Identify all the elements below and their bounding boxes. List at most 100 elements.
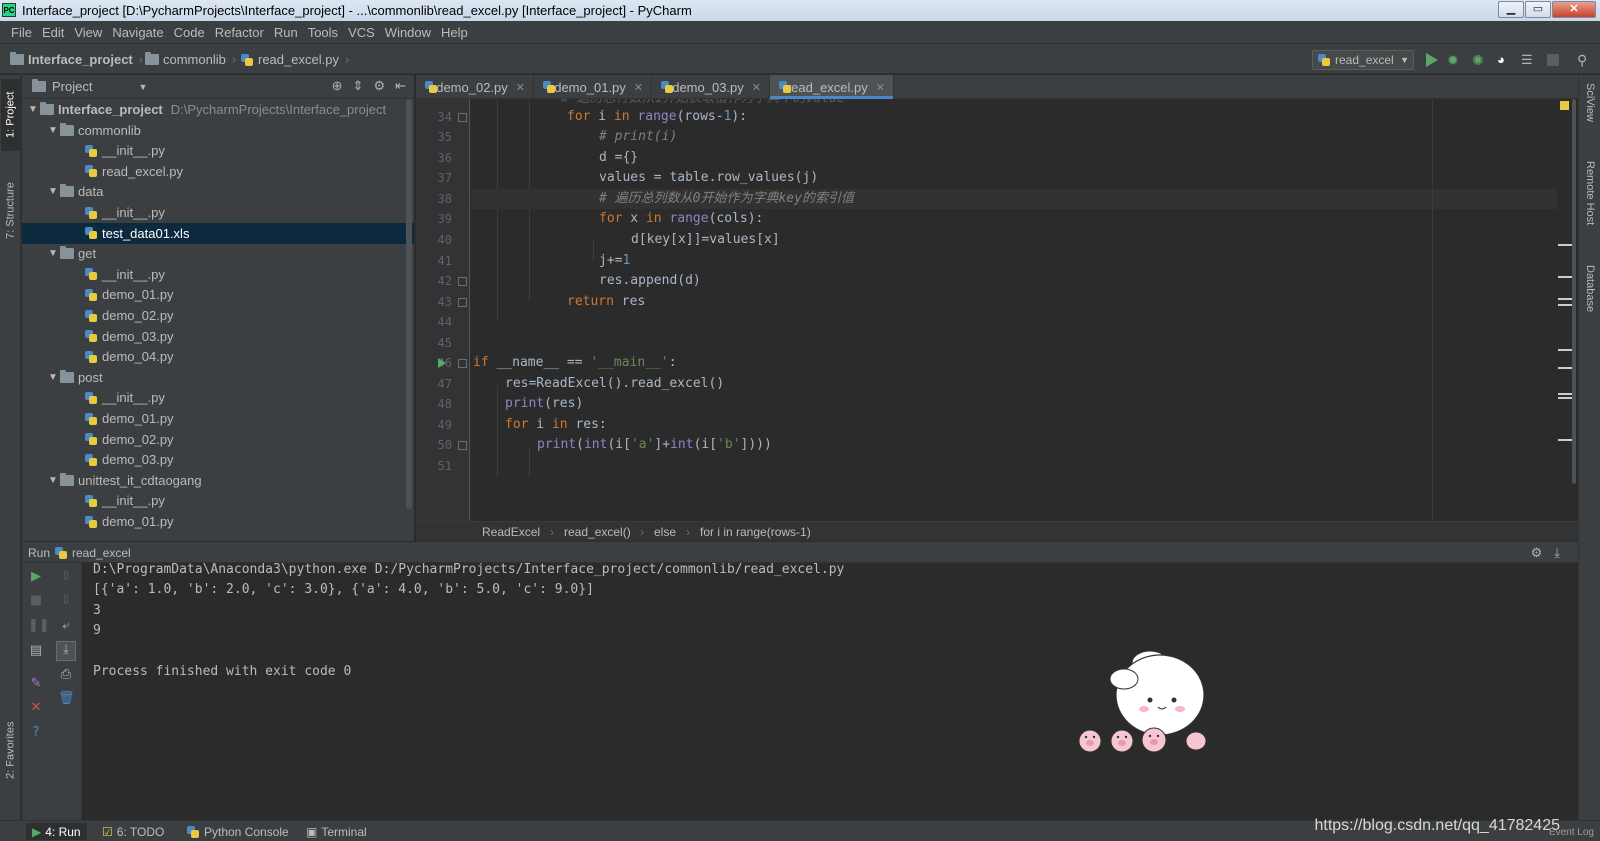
menu-vcs[interactable]: VCS (343, 25, 380, 40)
locate-file-icon[interactable]: ⊕ (332, 78, 343, 94)
pin-icon[interactable]: ✎ (28, 676, 44, 692)
tree-folder[interactable]: ▼ Interface_project D:\PycharmProjects\Int… (22, 99, 414, 120)
menu-code[interactable]: Code (169, 25, 210, 40)
menu-file[interactable]: File (6, 25, 37, 40)
menu-edit[interactable]: Edit (37, 25, 69, 40)
tab-run[interactable]: ▶ 4: Run (26, 823, 87, 840)
tab-demo-01[interactable]: demo_01.py ✕ (534, 75, 652, 99)
menu-refactor[interactable]: Refactor (210, 25, 269, 40)
tree-file[interactable]: demo_02.py (22, 305, 414, 326)
tree-file[interactable]: __init__.py (22, 387, 414, 408)
tree-file[interactable]: __init__.py (22, 202, 414, 223)
tab-terminal[interactable]: ▣ Terminal (300, 823, 373, 840)
gear-icon[interactable]: ⚙ (1531, 545, 1543, 561)
tree-folder[interactable]: ▼ commonlib (22, 120, 414, 141)
menu-help[interactable]: Help (436, 25, 473, 40)
editor-error-stripe[interactable] (1558, 99, 1576, 521)
menu-run[interactable]: Run (269, 25, 303, 40)
run-configuration-select[interactable]: read_excel ▼ (1312, 50, 1414, 70)
tab-todo[interactable]: ☑ 6: TODO (96, 823, 170, 840)
dump-threads-icon[interactable]: ▤ (28, 643, 44, 659)
line-number[interactable]: 35 (416, 130, 452, 144)
line-number[interactable]: 34 (416, 110, 452, 124)
tree-file[interactable]: demo_02.py (22, 429, 414, 450)
close-window-button[interactable]: ✕ (1552, 1, 1596, 18)
line-number[interactable]: 51 (416, 459, 452, 473)
tree-file[interactable]: demo_03.py (22, 326, 414, 347)
up-arrow-icon[interactable]: ⇧ (58, 569, 74, 585)
search-icon[interactable]: ⚲ (1577, 52, 1593, 68)
fold-marker-icon[interactable] (458, 113, 467, 122)
code-editor[interactable]: # 遍历总行数从1开始获取值作为字典中的value for i in range… (471, 99, 1567, 521)
breadcrumb-method[interactable]: read_excel() (564, 525, 631, 539)
tab-read-excel[interactable]: read_excel.py ✕ (770, 75, 894, 99)
fold-marker-icon[interactable] (458, 277, 467, 286)
scroll-to-end-icon[interactable]: ⤓ (56, 641, 76, 661)
close-tab-icon[interactable]: ✕ (752, 81, 761, 94)
hide-panel-icon[interactable]: ⤓ (1554, 545, 1560, 561)
line-number[interactable]: 37 (416, 171, 452, 185)
database-tool-tab[interactable]: Database (1581, 265, 1599, 335)
minimize-button[interactable]: ▁ (1498, 1, 1524, 18)
nav-crumb-commonlib[interactable]: commonlib › (145, 52, 238, 67)
project-tool-tab[interactable]: 1: Project (1, 79, 20, 151)
expand-arrow-icon[interactable]: ▼ (48, 248, 60, 259)
expand-arrow-icon[interactable]: ▼ (48, 186, 60, 197)
down-arrow-icon[interactable]: ⇩ (58, 593, 74, 609)
line-number[interactable]: 40 (416, 233, 452, 247)
tree-file[interactable]: demo_03.py (22, 449, 414, 470)
nav-crumb-file[interactable]: read_excel.py › (240, 52, 351, 67)
breadcrumb-else[interactable]: else (654, 525, 676, 539)
tab-demo-02[interactable]: demo_02.py ✕ (416, 75, 534, 99)
run-console[interactable]: D:\ProgramData\Anaconda3\python.exe D:/P… (82, 562, 1578, 820)
tab-demo-03[interactable]: demo_03.py ✕ (652, 75, 770, 99)
expand-arrow-icon[interactable]: ▼ (48, 475, 60, 486)
line-number[interactable]: 39 (416, 212, 452, 226)
print-icon[interactable]: ⎙ (58, 667, 74, 683)
line-number[interactable]: 44 (416, 315, 452, 329)
fold-marker-icon[interactable] (458, 441, 467, 450)
close-tab-icon[interactable]: ✕ (516, 81, 525, 94)
debug-button[interactable]: ✹ (1447, 52, 1463, 68)
fold-marker-icon[interactable] (458, 359, 467, 368)
expand-arrow-icon[interactable]: ▼ (48, 372, 60, 383)
tree-folder[interactable]: ▼ get (22, 243, 414, 264)
tree-file[interactable]: read_excel.py (22, 161, 414, 182)
project-view-selector[interactable]: Project ▼ (32, 79, 147, 94)
breadcrumb-class[interactable]: ReadExcel (482, 525, 540, 539)
line-number[interactable]: 43 (416, 295, 452, 309)
line-number[interactable]: 41 (416, 254, 452, 268)
line-number[interactable]: 38 (416, 192, 452, 206)
line-number[interactable]: 42 (416, 274, 452, 288)
breadcrumb-for[interactable]: for i in range(rows-1) (700, 525, 811, 539)
collapse-all-icon[interactable]: ⇕ (353, 78, 364, 94)
tree-folder[interactable]: ▼ post (22, 367, 414, 388)
favorites-tool-tab[interactable]: 2: Favorites (1, 705, 20, 795)
analysis-status-icon[interactable] (1560, 101, 1569, 110)
expand-arrow-icon[interactable]: ▼ (28, 104, 40, 115)
editor-gutter[interactable]: 34 35 36 37 38 39 40 41 42 43 44 45 46 47 48 49 50 51 (416, 99, 470, 521)
line-number[interactable]: 49 (416, 418, 452, 432)
help-icon[interactable]: ? (28, 725, 44, 741)
clear-all-icon[interactable]: 🗑 (58, 691, 75, 707)
soft-wrap-icon[interactable]: ⤶ (58, 618, 74, 634)
line-number[interactable]: 47 (416, 377, 452, 391)
concurrency-diagram-button[interactable]: ☰ (1521, 52, 1537, 68)
tree-file[interactable]: demo_04.py (22, 346, 414, 367)
line-number[interactable]: 36 (416, 151, 452, 165)
editor-scrollbar[interactable] (1572, 99, 1576, 484)
line-number[interactable]: 45 (416, 336, 452, 350)
tree-file[interactable]: __init__.py (22, 140, 414, 161)
tab-python-console[interactable]: Python Console (180, 823, 295, 840)
tree-folder[interactable]: ▼ data (22, 181, 414, 202)
line-number[interactable]: 46 (416, 356, 452, 370)
stop-button[interactable] (1545, 52, 1561, 68)
rerun-icon[interactable]: ▶ (28, 569, 44, 585)
tree-file[interactable]: __init__.py (22, 264, 414, 285)
menu-navigate[interactable]: Navigate (107, 25, 168, 40)
close-tab-icon[interactable]: ✕ (876, 81, 885, 94)
tree-file[interactable]: demo_01.py (22, 511, 414, 532)
tree-file[interactable]: demo_01.py (22, 284, 414, 305)
structure-tool-tab[interactable]: 7: Structure (1, 167, 20, 255)
hide-panel-icon[interactable]: ⇤ (395, 78, 406, 94)
